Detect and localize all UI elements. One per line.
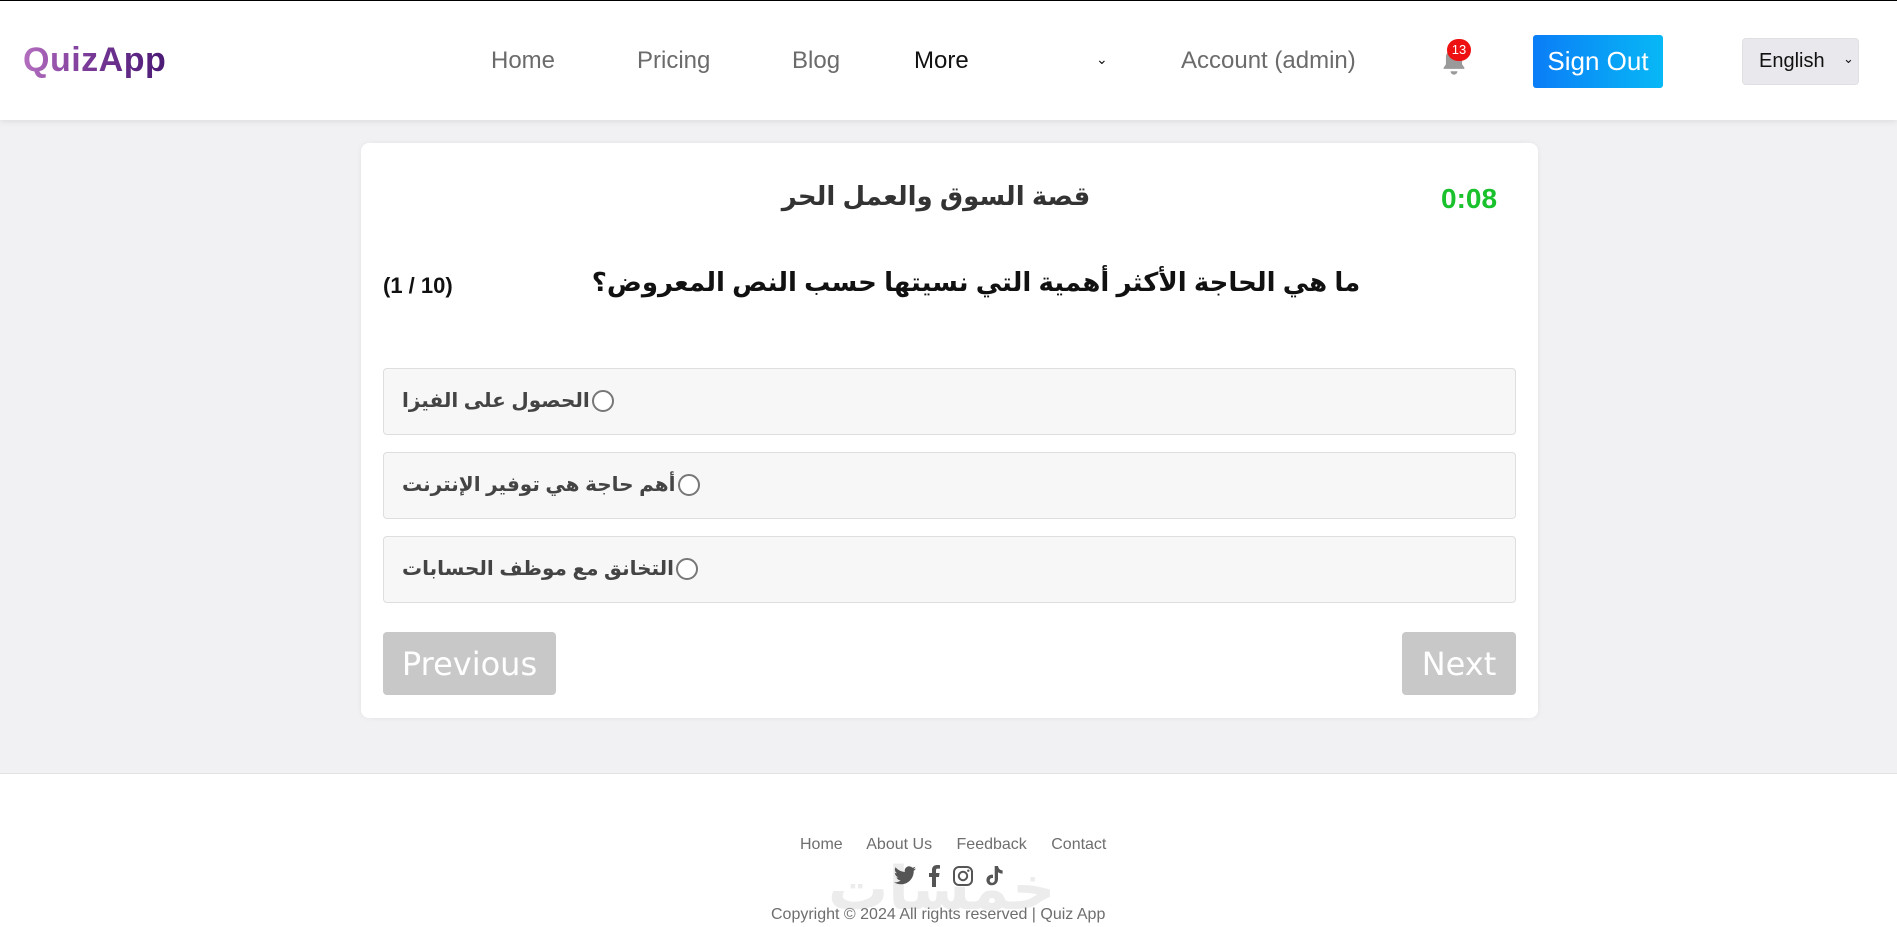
footer-link-about[interactable]: About Us (866, 836, 932, 853)
nav-pricing[interactable]: Pricing (637, 47, 710, 75)
notification-badge: 13 (1447, 39, 1471, 61)
answer-option[interactable]: أهم حاجة هي توفير الإنترنت (383, 452, 1516, 519)
quiz-card: قصة السوق والعمل الحر 0:08 ما هي الحاجة … (361, 143, 1538, 718)
chevron-down-icon: ⌄ (1096, 51, 1108, 67)
footer-link-feedback[interactable]: Feedback (957, 836, 1027, 853)
top-navbar: QuizApp Home Pricing Blog More ⌄ Account… (0, 0, 1897, 120)
radio-button[interactable] (591, 389, 614, 412)
answer-option-label: الحصول على الفيزا (402, 390, 590, 412)
answer-option-label: التخانق مع موظف الحسابات (402, 558, 675, 580)
copyright-text: Copyright © 2024 All rights reserved | Q… (771, 906, 1106, 923)
radio-button[interactable] (677, 473, 700, 496)
tiktok-icon[interactable] (984, 865, 1004, 887)
answer-option[interactable]: التخانق مع موظف الحسابات (383, 536, 1516, 603)
language-select[interactable]: English ⌄ (1742, 38, 1859, 85)
footer-links: Home About Us Feedback Contact (800, 836, 1126, 854)
quiz-title: قصة السوق والعمل الحر (781, 181, 1091, 211)
language-selected: English (1759, 50, 1825, 72)
social-links (893, 865, 1010, 891)
nav-more-label: More (914, 47, 969, 74)
sign-out-button[interactable]: Sign Out (1533, 35, 1663, 88)
nav-blog[interactable]: Blog (792, 47, 840, 75)
app-logo[interactable]: QuizApp (23, 41, 166, 80)
instagram-icon[interactable] (952, 865, 974, 887)
nav-account[interactable]: Account (admin) (1181, 47, 1356, 75)
facebook-icon[interactable] (927, 865, 941, 887)
twitter-icon[interactable] (893, 865, 917, 887)
footer: خمسات Home About Us Feedback Contact Cop… (0, 773, 1897, 927)
answer-option-label: أهم حاجة هي توفير الإنترنت (402, 474, 676, 496)
radio-button[interactable] (676, 557, 699, 580)
footer-link-contact[interactable]: Contact (1051, 836, 1106, 853)
chevron-down-icon: ⌄ (1843, 51, 1854, 66)
answer-option[interactable]: الحصول على الفيزا (383, 368, 1516, 435)
nav-home[interactable]: Home (491, 47, 555, 75)
previous-button[interactable]: Previous (383, 632, 556, 695)
next-button[interactable]: Next (1402, 632, 1516, 695)
question-text: ما هي الحاجة الأكثر أهمية التي نسيتها حس… (591, 267, 1361, 297)
quiz-timer: 0:08 (1441, 183, 1498, 214)
question-counter: (1 / 10) (383, 273, 453, 298)
footer-link-home[interactable]: Home (800, 836, 843, 853)
nav-more-dropdown[interactable]: More ⌄ (914, 47, 1114, 75)
